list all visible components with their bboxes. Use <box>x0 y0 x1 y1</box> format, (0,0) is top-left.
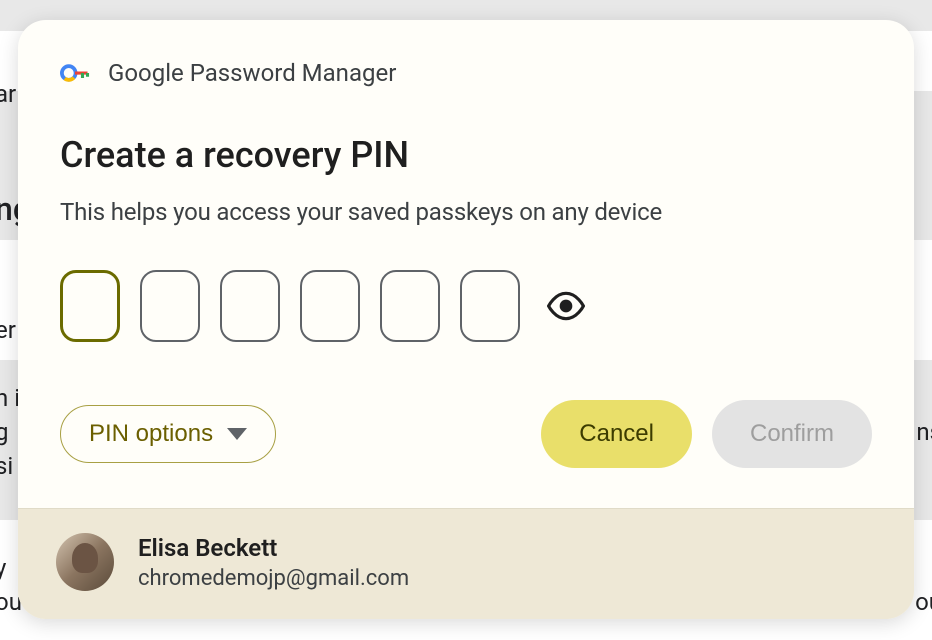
cancel-button[interactable]: Cancel <box>541 400 692 468</box>
bg-fragment: ns <box>916 418 932 446</box>
user-name: Elisa Beckett <box>138 534 409 562</box>
bg-fragment: g <box>0 418 8 446</box>
bg-fragment: ou <box>915 588 932 616</box>
pin-digit-4[interactable] <box>300 270 360 342</box>
google-password-manager-icon <box>60 58 90 88</box>
pin-digit-2[interactable] <box>140 270 200 342</box>
chevron-down-icon <box>227 428 247 440</box>
dialog-subtitle: This helps you access your saved passkey… <box>60 198 872 226</box>
dialog-title: Create a recovery PIN <box>60 134 872 176</box>
pin-digit-1[interactable] <box>60 270 120 342</box>
pin-digit-3[interactable] <box>220 270 280 342</box>
pin-digit-5[interactable] <box>380 270 440 342</box>
pin-input-row <box>60 270 872 342</box>
bg-fragment: y <box>0 554 6 582</box>
recovery-pin-dialog: Google Password Manager Create a recover… <box>18 20 914 619</box>
avatar <box>56 533 114 591</box>
bg-fragment: er <box>0 316 16 344</box>
bg-fragment: si <box>0 452 13 480</box>
bg-fragment: ar <box>0 80 16 108</box>
user-email: chromedemojp@gmail.com <box>138 566 409 591</box>
pin-options-button[interactable]: PIN options <box>60 405 276 463</box>
dialog-header: Google Password Manager <box>60 58 872 88</box>
app-name: Google Password Manager <box>108 59 396 87</box>
confirm-button[interactable]: Confirm <box>712 400 872 468</box>
pin-digit-6[interactable] <box>460 270 520 342</box>
show-pin-icon[interactable] <box>546 286 586 326</box>
account-footer: Elisa Beckett chromedemojp@gmail.com <box>18 508 914 619</box>
pin-options-label: PIN options <box>89 420 213 448</box>
